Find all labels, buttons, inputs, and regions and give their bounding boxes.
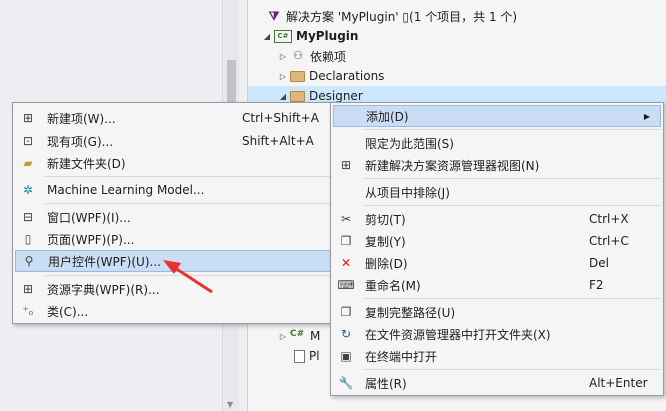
existing-item-icon: ⊡ — [22, 134, 34, 148]
folder-icon — [290, 70, 305, 82]
menu-item-label: 删除(D) — [365, 256, 408, 271]
resource-dictionary-icon: ⊞ — [22, 282, 34, 296]
csharp-file-icon: C# — [290, 329, 305, 339]
folder-icon — [290, 90, 305, 102]
declarations-label: Declarations — [309, 69, 385, 83]
menu-item-resource-dictionary[interactable]: ⊞ 资源字典(WPF)(R)... — [15, 278, 331, 300]
ml-model-icon: ✲ — [22, 183, 34, 197]
solution-icon: ⧩ — [268, 9, 280, 23]
deps-label: 依赖项 — [310, 49, 347, 64]
menu-item-copy[interactable]: ❐ 复制(Y) Ctrl+C — [333, 230, 661, 252]
menu-separator — [363, 178, 661, 179]
menu-item-label: 从项目中排除(J) — [365, 185, 450, 200]
terminal-icon: ▣ — [340, 349, 352, 363]
menu-item-label: 窗口(WPF)(I)... — [47, 210, 131, 225]
menu-item-shortcut: Ctrl+C — [589, 234, 629, 248]
menu-separator — [363, 129, 661, 130]
designer-label: Designer — [309, 89, 363, 103]
menu-item-ml-model[interactable]: ✲ Machine Learning Model... — [15, 179, 331, 201]
menu-item-label: 类(C)... — [47, 304, 89, 319]
menu-item-new-view[interactable]: ⊞ 新建解决方案资源管理器视图(N) — [333, 154, 661, 176]
tree-declarations[interactable]: ▷ Declarations — [248, 66, 666, 86]
menu-item-label: 资源字典(WPF)(R)... — [47, 282, 160, 297]
menu-item-open-in-explorer[interactable]: ↻ 在文件资源管理器中打开文件夹(X) — [333, 323, 661, 345]
add-submenu: ⊞ 新建项(W)... Ctrl+Shift+A ⊡ 现有项(G)... Shi… — [12, 102, 334, 324]
new-view-icon: ⊞ — [340, 158, 352, 172]
menu-item-open-in-terminal[interactable]: ▣ 在终端中打开 — [333, 345, 661, 367]
tree-project[interactable]: ◢ C# MyPlugin — [248, 26, 666, 46]
menu-item-delete[interactable]: ✕ 删除(D) Del — [333, 252, 661, 274]
copy-path-icon: ❐ — [340, 305, 352, 319]
dependencies-icon: ⚇ — [293, 49, 303, 62]
menu-item-label: 限定为此范围(S) — [365, 136, 454, 151]
menu-item-scope[interactable]: 限定为此范围(S) — [333, 132, 661, 154]
menu-item-shortcut: Ctrl+Shift+A — [242, 111, 319, 125]
menu-item-label: 在终端中打开 — [365, 349, 438, 364]
rename-icon: ⌨ — [337, 278, 355, 292]
delete-icon: ✕ — [340, 256, 352, 270]
tree-solution[interactable]: ⧩ 解决方案 'MyPlugin' ▯(1 个项目，共 1 个) — [248, 6, 666, 26]
menu-separator — [45, 275, 331, 276]
expand-icon[interactable]: ▷ — [278, 52, 288, 61]
submenu-arrow-icon: ▶ — [643, 111, 650, 121]
menu-item-class[interactable]: ⁺ₒ 类(C)... — [15, 300, 331, 322]
collapse-icon[interactable]: ◢ — [262, 32, 272, 41]
menu-item-shortcut: Del — [589, 256, 609, 270]
menu-item-rename[interactable]: ⌨ 重命名(M) F2 — [333, 274, 661, 296]
project-label: MyPlugin — [296, 29, 359, 43]
menu-item-user-control-wpf[interactable]: ⚲ 用户控件(WPF)(U)... — [15, 250, 331, 272]
menu-item-shortcut: Alt+Enter — [589, 376, 648, 390]
menu-separator — [45, 203, 331, 204]
menu-item-new-item[interactable]: ⊞ 新建项(W)... Ctrl+Shift+A — [15, 107, 331, 129]
properties-icon: 🔧 — [338, 376, 354, 390]
menu-item-add[interactable]: 添加(D) ▶ — [333, 105, 661, 127]
partial-m-label: M — [310, 329, 321, 343]
menu-item-shortcut: F2 — [589, 278, 604, 292]
menu-item-shortcut: Ctrl+X — [589, 212, 629, 226]
partial-pl-label: Pl — [309, 349, 320, 363]
menu-item-cut[interactable]: ✂ 剪切(T) Ctrl+X — [333, 208, 661, 230]
context-menu: 添加(D) ▶ 限定为此范围(S) ⊞ 新建解决方案资源管理器视图(N) 从项目… — [330, 102, 664, 396]
menu-item-exclude[interactable]: 从项目中排除(J) — [333, 181, 661, 203]
expand-icon[interactable]: ▷ — [278, 72, 288, 81]
scroll-down-icon[interactable]: ▼ — [227, 400, 233, 409]
menu-item-label: 复制完整路径(U) — [365, 305, 456, 320]
menu-item-new-folder[interactable]: ▰ 新建文件夹(D) — [15, 152, 331, 174]
page-icon: ▯ — [24, 232, 32, 246]
menu-item-label: 用户控件(WPF)(U)... — [48, 254, 161, 269]
menu-item-copy-full-path[interactable]: ❐ 复制完整路径(U) — [333, 301, 661, 323]
menu-item-label: 页面(WPF)(P)... — [47, 232, 135, 247]
menu-separator — [45, 176, 331, 177]
new-folder-icon: ▰ — [23, 156, 33, 170]
menu-item-label: 在文件资源管理器中打开文件夹(X) — [365, 327, 551, 342]
menu-separator — [363, 369, 661, 370]
copy-icon: ❐ — [340, 234, 352, 248]
tree-dependencies[interactable]: ▷ ⚇ 依赖项 — [248, 46, 666, 66]
csharp-project-icon: C# — [274, 29, 292, 43]
menu-separator — [363, 205, 661, 206]
expand-icon[interactable]: ▷ — [278, 332, 288, 341]
menu-separator — [363, 298, 661, 299]
menu-item-page-wpf[interactable]: ▯ 页面(WPF)(P)... — [15, 228, 331, 250]
solution-label: 解决方案 'MyPlugin' ▯(1 个项目，共 1 个) — [286, 9, 518, 24]
menu-item-existing-item[interactable]: ⊡ 现有项(G)... Shift+Alt+A — [15, 130, 331, 152]
file-icon — [294, 349, 305, 363]
menu-item-shortcut: Shift+Alt+A — [242, 134, 314, 148]
cut-icon: ✂ — [340, 212, 352, 226]
window-icon: ⊟ — [22, 210, 34, 224]
menu-item-window-wpf[interactable]: ⊟ 窗口(WPF)(I)... — [15, 206, 331, 228]
user-control-icon: ⚲ — [24, 254, 34, 268]
collapse-icon[interactable]: ◢ — [278, 92, 288, 101]
menu-item-label: 添加(D) — [366, 109, 409, 124]
class-icon: ⁺ₒ — [22, 304, 34, 318]
menu-item-label: 新建文件夹(D) — [47, 156, 126, 171]
menu-item-label: 重命名(M) — [365, 278, 421, 293]
menu-item-label: Machine Learning Model... — [47, 183, 205, 197]
menu-item-properties[interactable]: 🔧 属性(R) Alt+Enter — [333, 372, 661, 394]
new-item-icon: ⊞ — [22, 111, 34, 125]
open-folder-icon: ↻ — [340, 327, 352, 341]
menu-item-label: 新建解决方案资源管理器视图(N) — [365, 158, 540, 173]
